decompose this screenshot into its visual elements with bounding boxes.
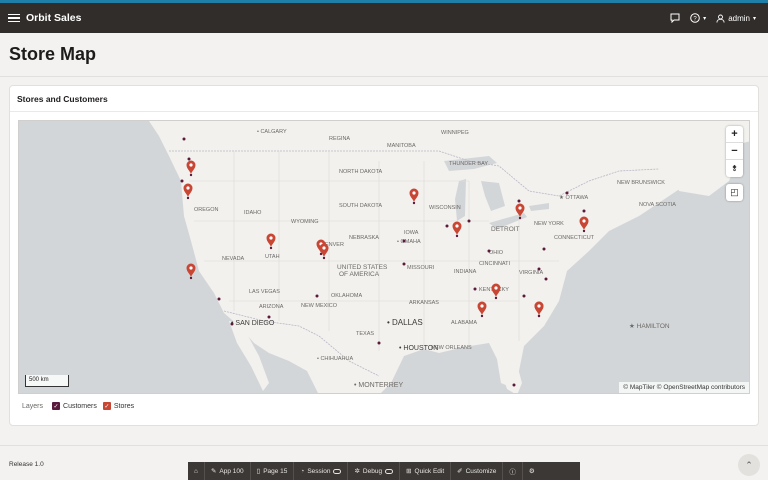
devbar-customize[interactable]: ✐ Customize bbox=[451, 462, 504, 480]
devbar-quick-edit[interactable]: ⊞ Quick Edit bbox=[400, 462, 452, 480]
edit-icon: ✎ bbox=[210, 468, 217, 475]
chat-icon bbox=[670, 13, 680, 23]
map-legend: Layers ✓ Customers ✓ Stores bbox=[22, 402, 134, 410]
page-header: Store Map bbox=[0, 33, 768, 77]
info-icon: ⓘ bbox=[509, 469, 516, 476]
zoom-in-button[interactable]: + bbox=[726, 126, 743, 143]
maptiler-link[interactable]: © MapTiler bbox=[623, 384, 655, 391]
map-scale: 500 km bbox=[25, 375, 69, 387]
help-icon: ? bbox=[690, 13, 700, 23]
settings-icon: ⚙ bbox=[528, 468, 535, 475]
page-icon: ▯ bbox=[256, 468, 261, 475]
release-label: Release 1.0 bbox=[9, 461, 44, 468]
select-tool-button[interactable]: ◰ bbox=[726, 184, 743, 201]
legend-customers[interactable]: ✓ Customers bbox=[52, 402, 97, 410]
devbar-page-label: Page 15 bbox=[263, 467, 288, 475]
legend-customers-label: Customers bbox=[63, 402, 97, 410]
devbar-page[interactable]: ▯ Page 15 bbox=[251, 462, 295, 480]
toggle-icon bbox=[333, 468, 342, 474]
store-marker[interactable] bbox=[477, 301, 487, 318]
home-icon: ⌂ bbox=[194, 467, 198, 475]
store-marker[interactable] bbox=[579, 216, 589, 233]
debug-icon: ✲ bbox=[354, 468, 360, 475]
scroll-to-top-button[interactable]: ⌃ bbox=[738, 454, 760, 476]
session-icon: ◔ bbox=[300, 467, 305, 475]
header-actions: ? ▾ admin ▾ bbox=[670, 3, 756, 33]
devbar-debug[interactable]: ✲ Debug bbox=[348, 462, 401, 480]
store-marker[interactable] bbox=[409, 188, 419, 205]
quick-edit-icon: ⊞ bbox=[406, 468, 412, 475]
store-map[interactable]: • CALGARY REGINA WINNIPEG MANITOBA NORTH DA… bbox=[18, 120, 750, 394]
user-icon bbox=[716, 14, 725, 23]
store-marker[interactable] bbox=[266, 233, 276, 250]
app-title[interactable]: Orbit Sales bbox=[26, 12, 81, 24]
chevron-up-icon: ⌃ bbox=[745, 459, 753, 470]
devbar-session[interactable]: ◔ Session bbox=[294, 462, 349, 480]
store-marker[interactable] bbox=[186, 263, 196, 280]
toggle-icon bbox=[385, 468, 394, 474]
devbar-home[interactable]: ⌂ bbox=[188, 462, 205, 480]
map-attribution: © MapTiler © OpenStreetMap contributors bbox=[619, 382, 749, 393]
store-marker[interactable] bbox=[515, 203, 525, 220]
developer-toolbar: ⌂ ✎ App 100 ▯ Page 15 ◔ Session ✲ Debug ⊞ Qui… bbox=[188, 462, 580, 480]
region-title: Stores and Customers bbox=[17, 94, 108, 104]
devbar-session-label: Session bbox=[307, 467, 331, 475]
reset-north-button[interactable]: ⥉ bbox=[726, 160, 743, 177]
chevron-down-icon: ▾ bbox=[752, 15, 756, 22]
chat-button[interactable] bbox=[670, 13, 680, 23]
devbar-quick-edit-label: Quick Edit bbox=[414, 467, 445, 475]
help-button[interactable]: ? ▾ bbox=[690, 13, 706, 23]
osm-link[interactable]: © OpenStreetMap contributors bbox=[657, 384, 745, 391]
checkbox-icon[interactable]: ✓ bbox=[52, 402, 61, 410]
legend-stores[interactable]: ✓ Stores bbox=[102, 402, 135, 410]
store-marker[interactable] bbox=[186, 160, 196, 177]
store-marker[interactable] bbox=[183, 183, 193, 200]
chevron-down-icon: ▾ bbox=[703, 15, 707, 22]
zoom-out-button[interactable]: − bbox=[726, 143, 743, 160]
legend-stores-label: Stores bbox=[113, 402, 135, 410]
devbar-customize-label: Customize bbox=[465, 467, 497, 475]
page-title: Store Map bbox=[9, 44, 97, 64]
store-marker[interactable] bbox=[534, 301, 544, 318]
app-header: Orbit Sales ? ▾ admin ▾ bbox=[0, 3, 768, 33]
devbar-settings[interactable]: ⚙ bbox=[523, 462, 541, 480]
store-marker[interactable] bbox=[319, 243, 329, 260]
devbar-app[interactable]: ✎ App 100 bbox=[205, 462, 251, 480]
lasso-icon: ◰ bbox=[730, 187, 739, 197]
devbar-info[interactable]: ⓘ bbox=[503, 462, 523, 480]
user-name: admin bbox=[728, 13, 750, 23]
store-marker[interactable] bbox=[491, 283, 501, 300]
devbar-debug-label: Debug bbox=[362, 467, 383, 475]
store-marker[interactable] bbox=[452, 221, 462, 238]
checkbox-icon[interactable]: ✓ bbox=[102, 402, 111, 410]
zoom-controls: + − ⥉ bbox=[726, 126, 743, 177]
user-menu[interactable]: admin ▾ bbox=[716, 14, 756, 23]
store-layer bbox=[183, 160, 589, 318]
region-divider bbox=[10, 111, 758, 112]
customize-icon: ✐ bbox=[457, 468, 463, 475]
hamburger-icon[interactable] bbox=[8, 12, 20, 25]
legend-label: Layers bbox=[22, 402, 44, 410]
devbar-app-label: App 100 bbox=[219, 467, 244, 475]
